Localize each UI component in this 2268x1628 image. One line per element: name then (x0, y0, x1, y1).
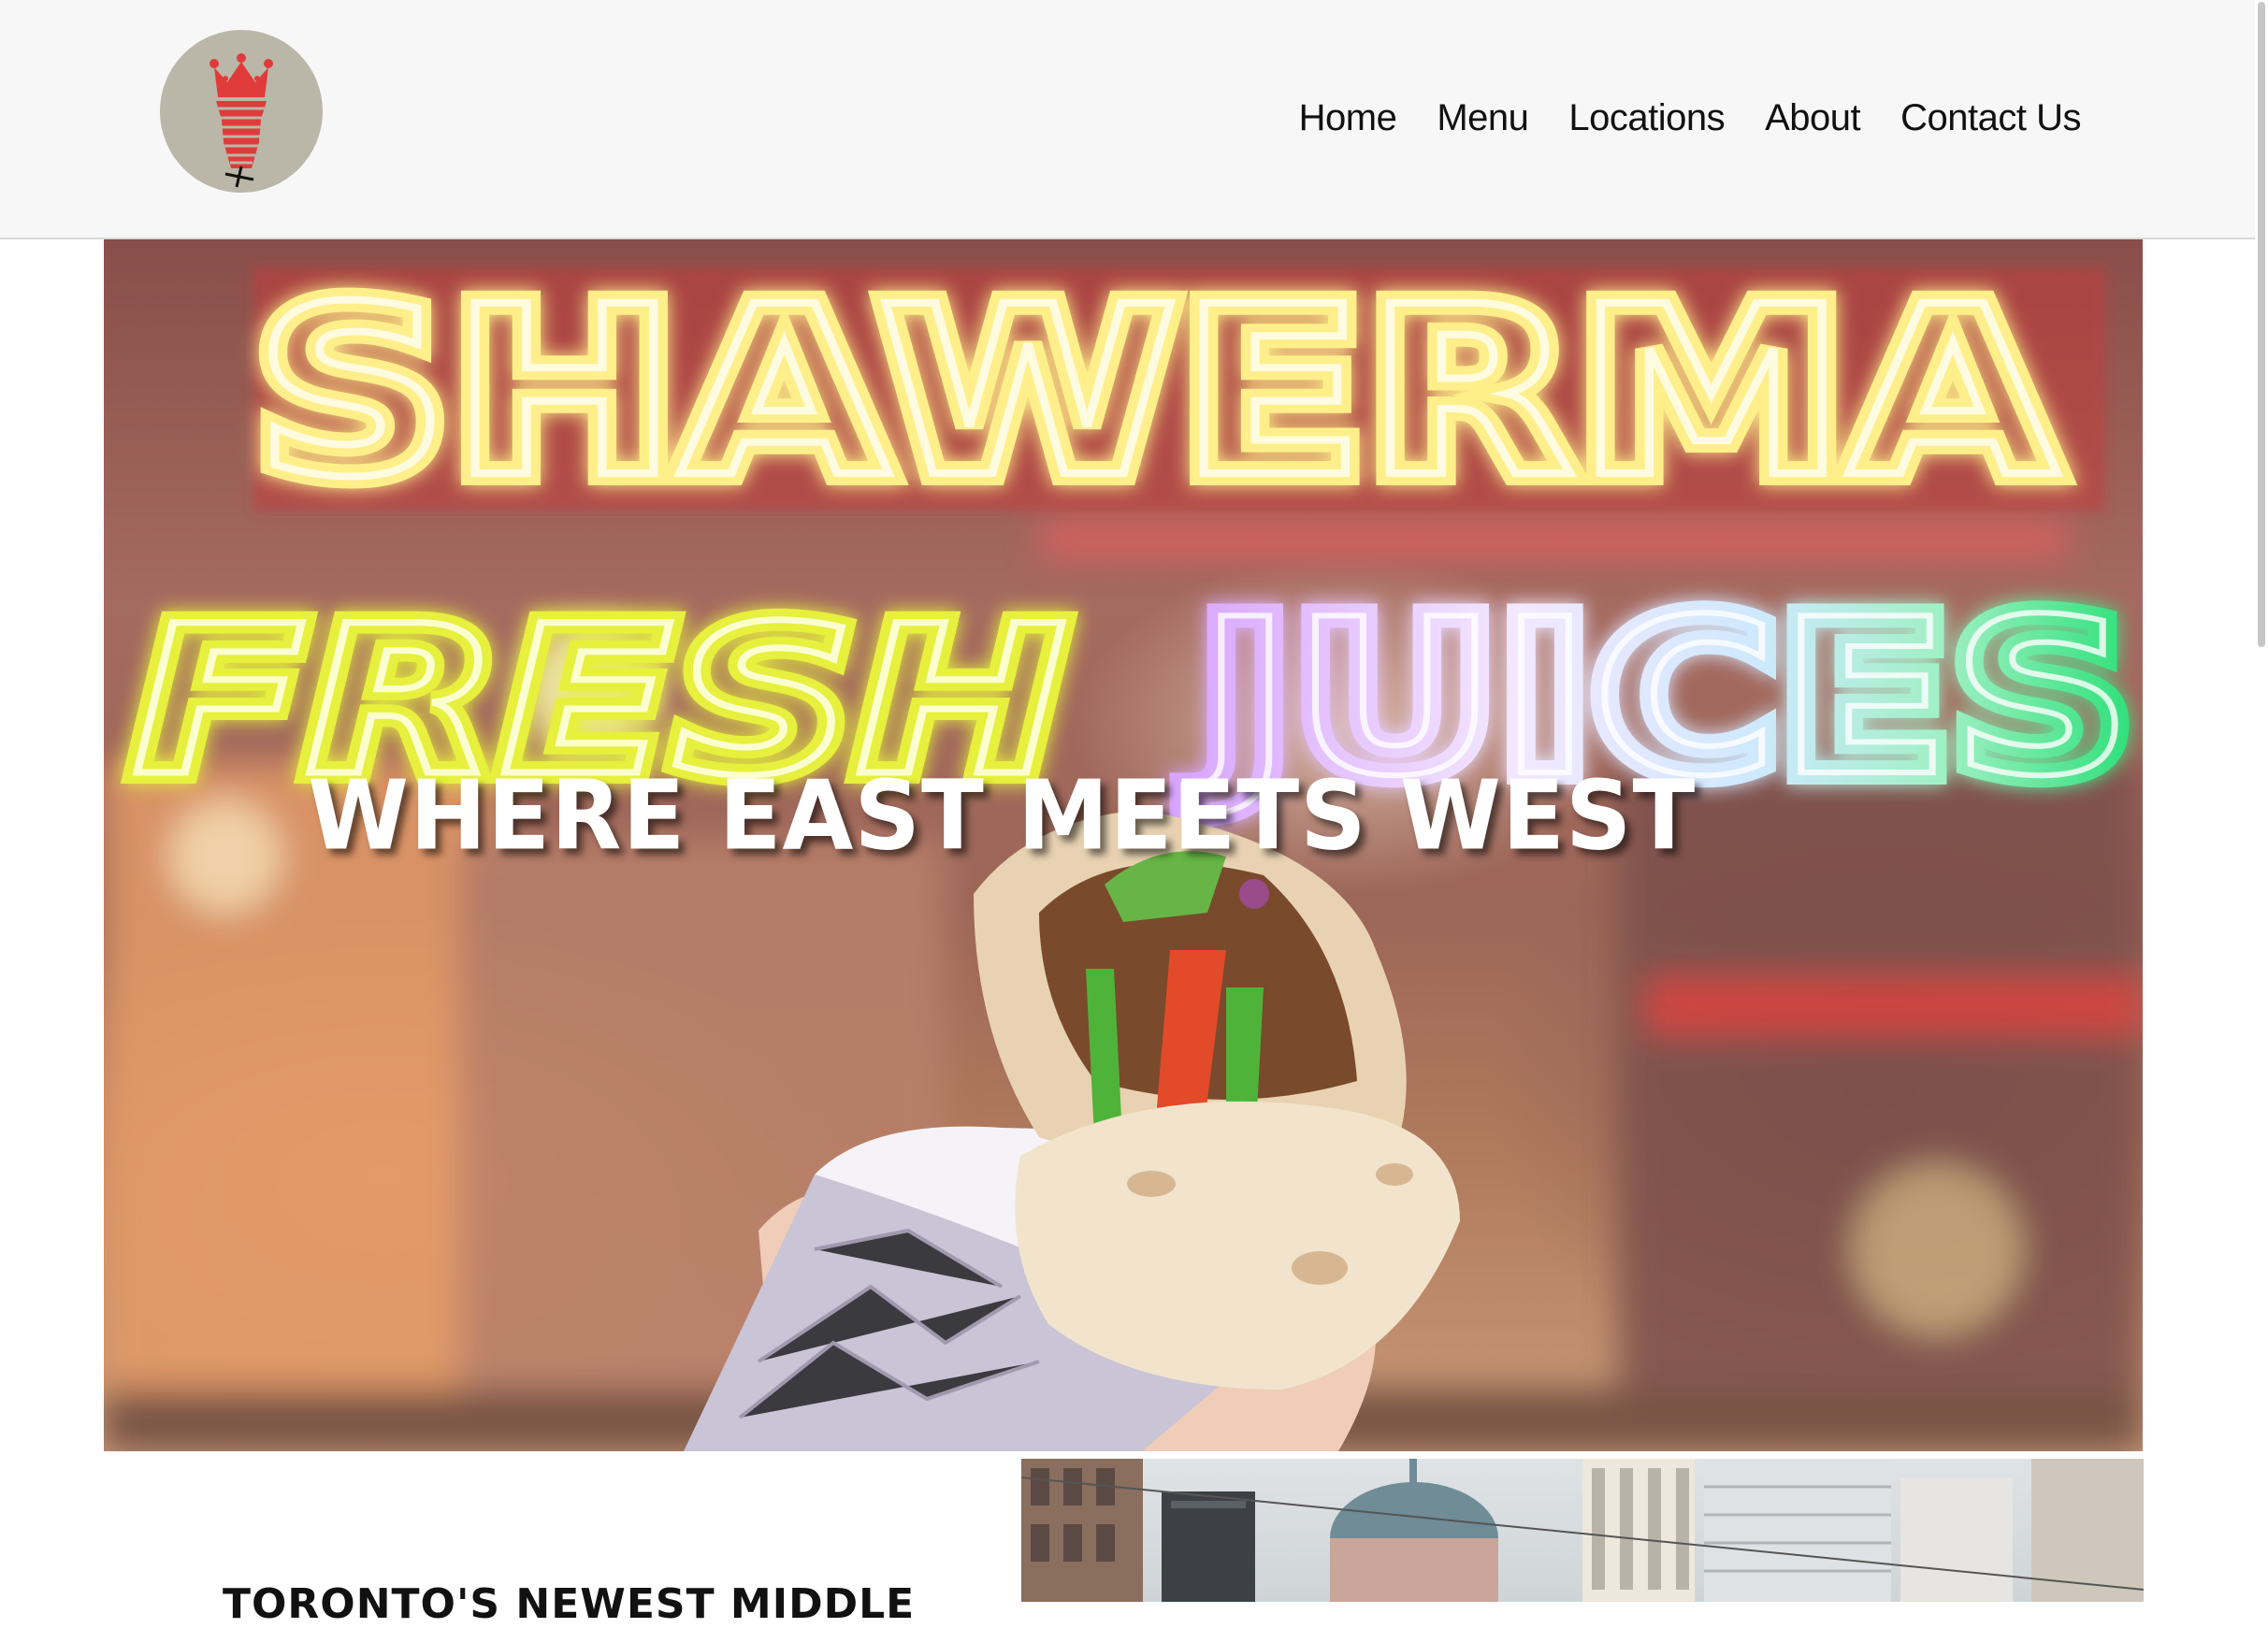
nav-home-link[interactable]: Home (1299, 97, 1397, 139)
shawarma-crown-logo-icon (209, 53, 273, 188)
logo[interactable] (160, 30, 323, 193)
site-header: Home Menu Locations About Contact Us (0, 0, 2255, 239)
nav-contact-us-link[interactable]: Contact Us (1900, 97, 2081, 139)
svg-text:SHAWERMA: SHAWERMA (253, 256, 2059, 528)
toronto-street-image (1021, 1459, 2144, 1602)
intro-title: TORONTO'S NEWEST MIDDLE (223, 1580, 916, 1628)
nav-about-link[interactable]: About (1765, 97, 1861, 139)
nav-locations-link[interactable]: Locations (1568, 97, 1725, 139)
scrollbar-thumb[interactable] (2258, 2, 2265, 647)
hero-title: WHERE EAST MEETS WEST (308, 760, 1697, 872)
page-scrollbar[interactable] (2255, 0, 2268, 1602)
nav-menu-link[interactable]: Menu (1437, 97, 1529, 139)
hero-banner: SHAWERMA SHAWERMA FRESH FRESH JUICES JUI… (104, 239, 2143, 1451)
main-nav: Home Menu Locations About Contact Us (1299, 97, 2082, 139)
city-street-photo (1021, 1459, 2144, 1602)
